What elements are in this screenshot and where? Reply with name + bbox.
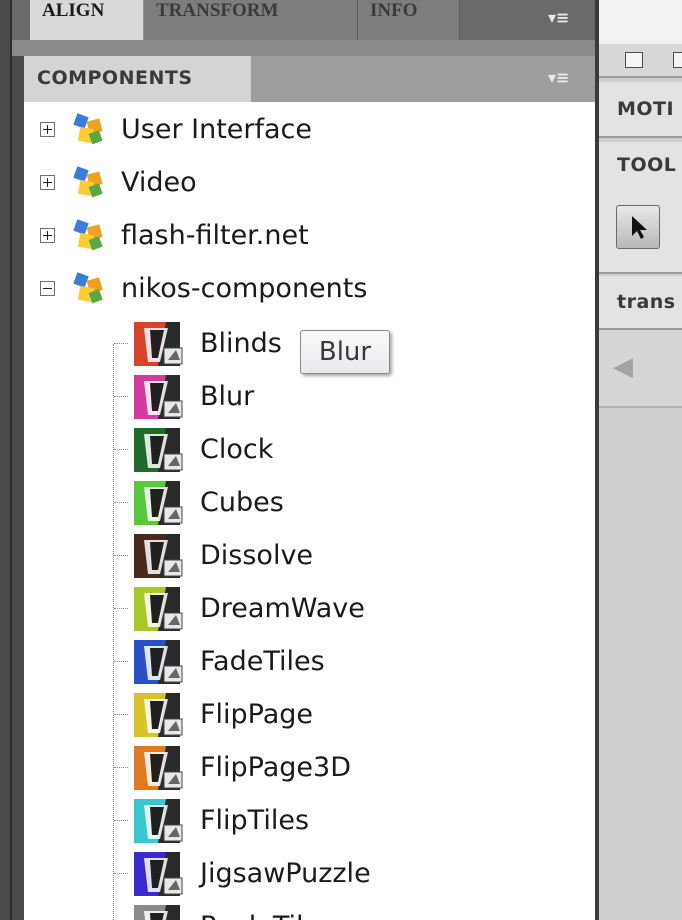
tree-item[interactable]: FadeTiles	[114, 636, 325, 686]
minus-box-icon[interactable]	[40, 280, 55, 296]
panel-gap	[12, 40, 595, 56]
flash-ui: ALIGN TRANSFORM INFO ▾≡ COMPONENTS ▾≡ Us…	[0, 0, 682, 920]
arrow-cursor-icon	[632, 216, 647, 239]
component-thumbnail-icon	[128, 636, 190, 686]
selection-tool-button[interactable]	[616, 205, 660, 249]
tree-item[interactable]: PagleTiles	[114, 901, 334, 920]
component-thumbnail-icon	[128, 318, 190, 368]
tree-connector	[114, 342, 128, 344]
tree-item[interactable]: FlipPage3D	[114, 742, 351, 792]
panel-edge	[10, 0, 12, 920]
panel-menu-icon[interactable]: ▾≡	[548, 8, 569, 27]
stage-top-area	[599, 0, 682, 44]
tree-category[interactable]: Video	[40, 157, 197, 207]
tree-item[interactable]: Cubes	[114, 477, 284, 527]
component-thumbnail-icon	[128, 689, 190, 739]
tree-item[interactable]: Blur	[114, 371, 254, 421]
tree-connector	[114, 766, 128, 768]
tree-connector	[114, 607, 128, 609]
panel-tab-bar: ALIGN TRANSFORM INFO ▾≡	[12, 0, 595, 40]
tree-category[interactable]: nikos-components	[40, 263, 367, 313]
component-label: Clock	[200, 433, 274, 465]
component-cube-icon	[71, 217, 107, 253]
component-label: Cubes	[200, 486, 284, 518]
motion-panel-tab[interactable]: MOTI	[599, 82, 682, 136]
component-label: DreamWave	[200, 592, 365, 624]
tree-item[interactable]: JigsawPuzzle	[114, 848, 371, 898]
category-label: Video	[121, 166, 197, 198]
divider-line	[599, 76, 682, 78]
components-tab[interactable]: COMPONENTS	[24, 56, 251, 102]
tree-connector	[114, 872, 128, 874]
tab-transform[interactable]: TRANSFORM	[144, 0, 358, 40]
component-label: FlipTiles	[200, 804, 310, 836]
plus-box-icon[interactable]	[40, 121, 55, 137]
plus-box-icon[interactable]	[40, 174, 55, 190]
component-thumbnail-icon	[128, 901, 190, 920]
category-label: nikos-components	[121, 272, 368, 304]
component-label: Dissolve	[200, 539, 314, 571]
divider-line	[599, 272, 682, 274]
tab-info[interactable]: INFO	[358, 0, 460, 40]
component-label: FlipPage	[200, 698, 314, 730]
window-restore-icon[interactable]	[625, 52, 643, 68]
right-panel: MOTI TOOL trans ◀	[595, 0, 682, 920]
tree-connector	[114, 819, 128, 821]
right-icon-strip	[599, 44, 682, 76]
components-tree: User Interface Video flash-filter.net nikos…	[24, 102, 595, 920]
component-cube-icon	[71, 270, 107, 306]
divider-line	[599, 406, 682, 408]
tab-align[interactable]: ALIGN	[30, 0, 144, 40]
category-label: User Interface	[121, 113, 313, 145]
tree-item[interactable]: FlipTiles	[114, 795, 309, 845]
component-thumbnail-icon	[128, 530, 190, 580]
tree-category[interactable]: flash-filter.net	[40, 210, 309, 260]
tree-item[interactable]: DreamWave	[114, 583, 365, 633]
component-label: FadeTiles	[200, 645, 325, 677]
history-toolbar	[599, 330, 682, 406]
components-header: COMPONENTS ▾≡	[24, 56, 595, 102]
tree-item[interactable]: Clock	[114, 424, 273, 474]
divider-line	[599, 136, 682, 138]
component-cube-icon	[71, 164, 107, 200]
component-thumbnail-icon	[128, 424, 190, 474]
tree-connector	[114, 713, 128, 715]
components-menu-icon[interactable]: ▾≡	[548, 68, 569, 87]
component-thumbnail-icon	[128, 371, 190, 421]
component-label: PagleTiles	[200, 911, 334, 920]
window-icon[interactable]	[673, 52, 682, 68]
back-arrow-icon[interactable]: ◀	[613, 352, 633, 382]
tree-connector	[114, 554, 128, 556]
tree-item[interactable]: FlipPage	[114, 689, 313, 739]
category-label: flash-filter.net	[121, 219, 309, 251]
tree-connector	[114, 501, 128, 503]
transform-panel-tab[interactable]: trans	[599, 276, 682, 328]
component-thumbnail-icon	[128, 848, 190, 898]
tooltip: Blur	[300, 330, 390, 374]
plus-box-icon[interactable]	[40, 227, 55, 243]
component-label: Blinds	[200, 327, 282, 359]
component-label: Blur	[200, 380, 255, 412]
panel-divider[interactable]	[595, 0, 599, 920]
tree-item[interactable]: Dissolve	[114, 530, 313, 580]
component-thumbnail-icon	[128, 583, 190, 633]
tree-item[interactable]: Blinds	[114, 318, 282, 368]
component-thumbnail-icon	[128, 795, 190, 845]
component-thumbnail-icon	[128, 742, 190, 792]
component-label: FlipPage3D	[200, 751, 352, 783]
component-cube-icon	[71, 111, 107, 147]
component-thumbnail-icon	[128, 477, 190, 527]
tree-category[interactable]: User Interface	[40, 104, 312, 154]
tree-connector	[114, 448, 128, 450]
component-label: JigsawPuzzle	[200, 857, 371, 889]
tree-connector	[114, 660, 128, 662]
tree-connector	[114, 395, 128, 397]
